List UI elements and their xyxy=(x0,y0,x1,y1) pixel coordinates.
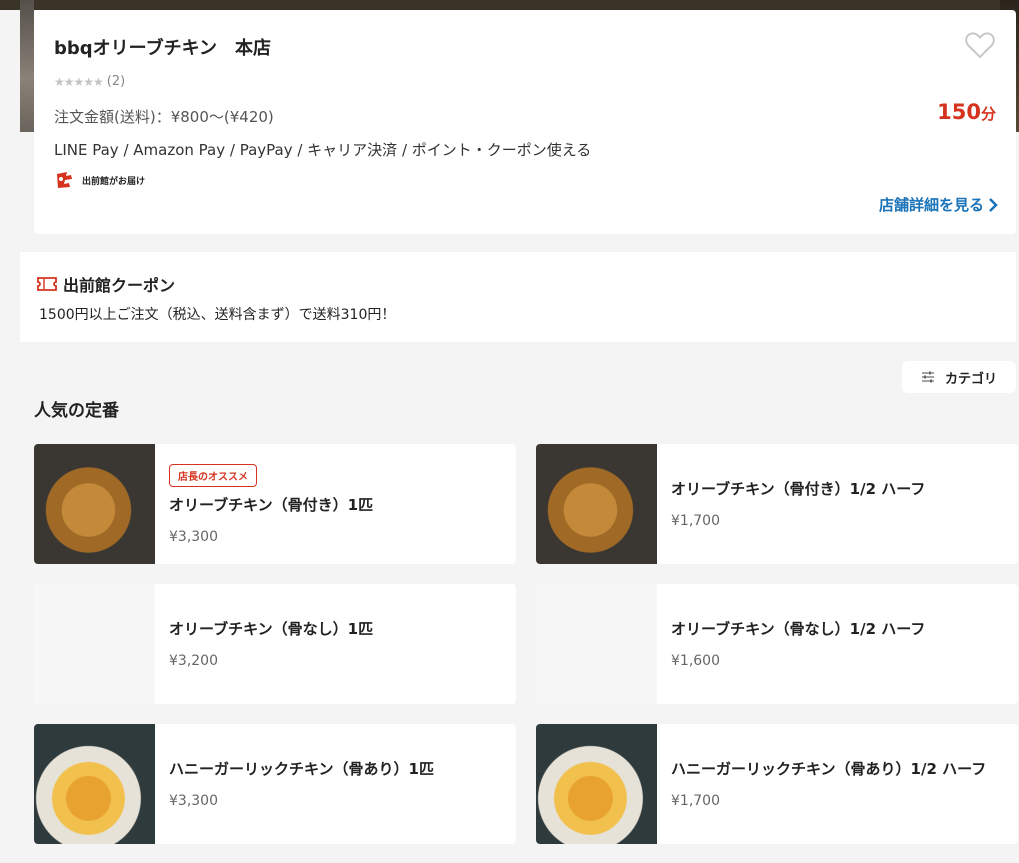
payment-methods: LINE Pay / Amazon Pay / PayPay / キャリア決済 … xyxy=(54,141,592,159)
category-label: カテゴリ xyxy=(944,371,997,387)
order-fee: 注文金額(送料)：¥800～(¥420) xyxy=(54,108,274,126)
menu-item-name: ハニーガーリックチキン（骨あり）1匹 xyxy=(169,760,434,778)
menu-item-price: ¥1,600 xyxy=(671,653,720,669)
coupon-title-text: 出前館クーポン xyxy=(63,276,176,295)
menu-item-card[interactable]: ハニーガーリックチキン（骨あり）1匹 ¥3,300 xyxy=(34,724,516,844)
menu-item-card[interactable]: オリーブチキン（骨なし）1匹 ¥3,200 xyxy=(34,584,516,704)
honey-garlic-chicken-image xyxy=(34,724,155,844)
delivery-provider-label: 出前館がお届け xyxy=(82,176,146,187)
menu-item-card[interactable]: オリーブチキン（骨なし）1/2 ハーフ ¥1,600 xyxy=(536,584,1018,704)
coupon-ticket-icon xyxy=(37,277,57,291)
menu-item-card[interactable]: 店長のオススメ オリーブチキン（骨付き）1匹 ¥3,300 xyxy=(34,444,516,564)
menu-item-name: オリーブチキン（骨付き）1/2 ハーフ xyxy=(671,480,926,498)
menu-item-name: オリーブチキン（骨なし）1匹 xyxy=(169,620,374,638)
menu-item-body: オリーブチキン（骨なし）1匹 ¥3,200 xyxy=(169,584,500,704)
honey-garlic-chicken-image xyxy=(536,724,657,844)
delivery-time-unit: 分 xyxy=(980,105,996,123)
menu-item-name: オリーブチキン（骨付き）1匹 xyxy=(169,495,374,514)
placeholder-image xyxy=(536,584,657,704)
hero-image-strip xyxy=(0,0,1019,10)
store-detail-link[interactable]: 店舗詳細を見る xyxy=(879,194,998,215)
filter-sliders-icon xyxy=(921,371,934,383)
coupon-card[interactable]: 出前館クーポン 1500円以上ご注文（税込、送料含まず）で送料310円！ xyxy=(20,252,1016,342)
coupon-description: 1500円以上ご注文（税込、送料含まず）で送料310円！ xyxy=(39,307,396,323)
menu-item-body: ハニーガーリックチキン（骨あり）1匹 ¥3,300 xyxy=(169,724,500,844)
coupon-title: 出前館クーポン xyxy=(37,272,175,296)
rating-count: (2) xyxy=(106,74,126,89)
menu-item-body: ハニーガーリックチキン（骨あり）1/2 ハーフ ¥1,700 xyxy=(671,724,1002,844)
rating: ★★★★★ (2) xyxy=(54,74,125,89)
chevron-right-icon xyxy=(989,197,998,212)
menu-item-price: ¥3,300 xyxy=(169,528,218,545)
fried-chicken-image xyxy=(34,444,155,564)
menu-item-card[interactable]: オリーブチキン（骨付き）1/2 ハーフ ¥1,700 xyxy=(536,444,1018,564)
heart-icon[interactable] xyxy=(964,30,996,60)
section-title: 人気の定番 xyxy=(34,401,119,421)
delivery-provider: 出前館がお届け xyxy=(54,170,145,190)
fried-chicken-image xyxy=(536,444,657,564)
menu-item-price: ¥1,700 xyxy=(671,793,720,809)
menu-item-card[interactable]: ハニーガーリックチキン（骨あり）1/2 ハーフ ¥1,700 xyxy=(536,724,1018,844)
menu-item-name: ハニーガーリックチキン（骨あり）1/2 ハーフ xyxy=(671,760,987,778)
delivery-time: 150分 xyxy=(937,100,996,124)
menu-item-body: 店長のオススメ オリーブチキン（骨付き）1匹 ¥3,300 xyxy=(169,444,500,564)
category-button[interactable]: カテゴリ xyxy=(902,361,1016,393)
delivery-time-value: 150 xyxy=(937,100,981,124)
menu-item-body: オリーブチキン（骨なし）1/2 ハーフ ¥1,600 xyxy=(671,584,1002,704)
store-detail-label: 店舗詳細を見る xyxy=(878,196,984,214)
menu-item-price: ¥1,700 xyxy=(671,513,720,529)
store-name: bbqオリーブチキン 本店 xyxy=(54,38,272,59)
hero-image-left xyxy=(20,0,34,132)
placeholder-image xyxy=(34,584,155,704)
menu-item-name: オリーブチキン（骨なし）1/2 ハーフ xyxy=(671,620,926,638)
store-info-card: bbqオリーブチキン 本店 ★★★★★ (2) 注文金額(送料)：¥800～(¥… xyxy=(34,10,1016,234)
recommend-badge: 店長のオススメ xyxy=(169,463,257,487)
menu-item-body: オリーブチキン（骨付き）1/2 ハーフ ¥1,700 xyxy=(671,444,1002,564)
menu-item-price: ¥3,200 xyxy=(169,653,218,669)
star-rating-icon: ★★★★★ xyxy=(54,74,104,89)
menu-item-price: ¥3,300 xyxy=(169,793,218,809)
demaecan-logo-icon xyxy=(57,172,72,188)
